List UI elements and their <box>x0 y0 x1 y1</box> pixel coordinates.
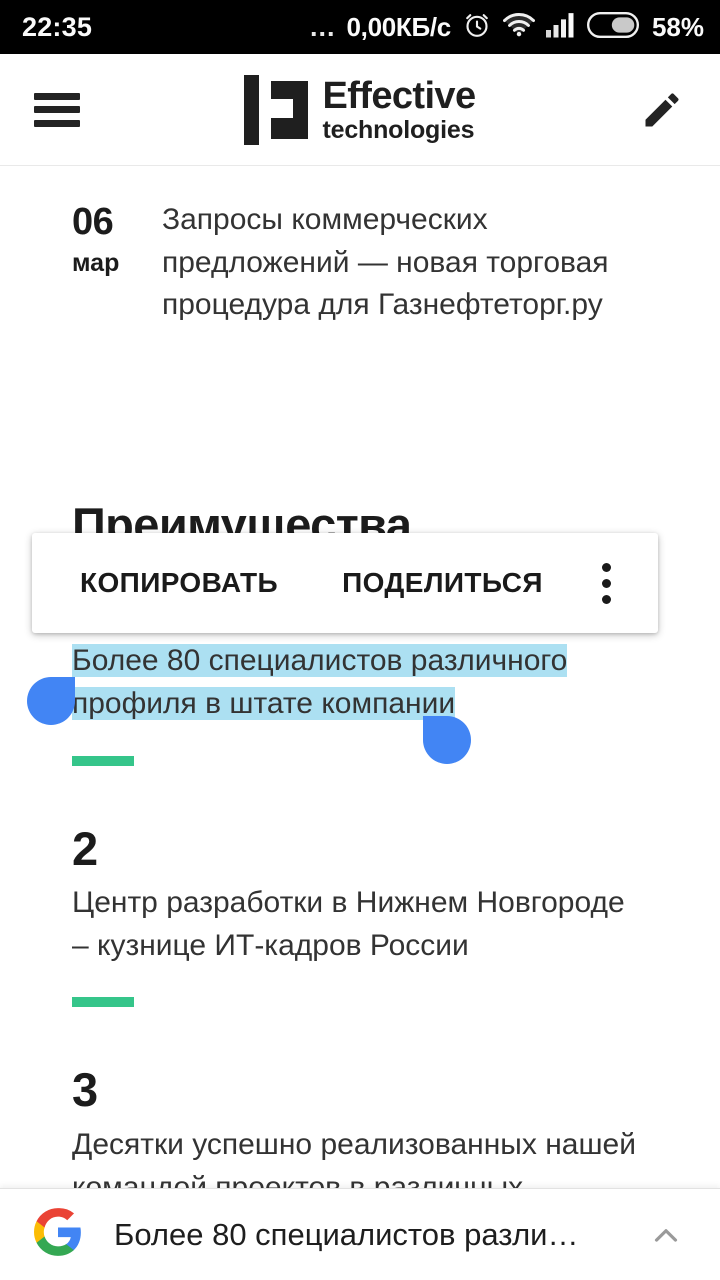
advantage-number: 2 <box>72 821 98 875</box>
news-day: 06 <box>72 201 114 243</box>
text-selection-context-menu: КОПИРОВАТЬ ПОДЕЛИТЬСЯ <box>32 533 658 633</box>
effective-logo-mark-icon <box>244 74 309 145</box>
selection-handle-left-icon[interactable] <box>27 677 75 725</box>
copy-button[interactable]: КОПИРОВАТЬ <box>80 567 278 599</box>
network-speed-label: 0,00КБ/с <box>346 11 452 42</box>
advantage-text[interactable]: Более 80 специалистов различного профиля… <box>72 639 648 725</box>
status-bar-icons: ... 0,00КБ/с 58% <box>310 10 704 45</box>
alarm-clock-icon <box>462 10 492 45</box>
selection-handle-right-icon[interactable] <box>423 716 471 764</box>
logo-bar-shape <box>244 74 260 145</box>
overflow-dot <box>601 594 611 604</box>
selected-text[interactable]: Более 80 специалистов различного профиля… <box>72 644 568 721</box>
wifi-icon <box>502 11 535 44</box>
phone-screen: 22:35 ... 0,00КБ/с 58% Effective technol… <box>0 0 720 1280</box>
site-header: Effective technologies <box>0 54 720 166</box>
news-title[interactable]: Запросы коммерческих предложений — новая… <box>162 199 648 327</box>
logo-square-shape <box>271 80 309 139</box>
share-button[interactable]: ПОДЕЛИТЬСЯ <box>342 567 543 599</box>
cellular-signal-icon <box>545 12 576 43</box>
hamburger-menu-icon[interactable] <box>34 92 80 127</box>
logo-line-1: Effective <box>322 74 476 117</box>
logo-line-2: technologies <box>322 115 475 144</box>
page-content: 06 мар Запросы коммерческих предложений … <box>0 167 720 1280</box>
status-bar-clock: 22:35 <box>22 11 93 42</box>
news-month: мар <box>72 248 120 277</box>
overflow-dot <box>601 578 611 588</box>
hamburger-bar <box>34 92 80 100</box>
news-item[interactable]: 06 мар Запросы коммерческих предложений … <box>72 167 648 327</box>
advantage-item-2: 2 Центр разработки в Нижнем Новгороде – … <box>72 821 648 1008</box>
status-bar-overflow-icon: ... <box>309 11 336 42</box>
battery-icon <box>586 11 639 44</box>
google-search-bar[interactable]: Более 80 специалистов разли… <box>0 1188 720 1280</box>
overflow-menu-icon[interactable] <box>582 559 630 607</box>
chevron-up-icon[interactable] <box>638 1207 694 1263</box>
battery-percent-label: 58% <box>651 11 704 42</box>
site-logo: Effective technologies <box>0 54 720 165</box>
news-date: 06 мар <box>72 199 136 327</box>
search-query-text[interactable]: Более 80 специалистов разли… <box>114 1217 638 1253</box>
google-g-logo-icon <box>32 1206 84 1263</box>
status-bar: 22:35 ... 0,00КБ/с 58% <box>0 0 720 54</box>
pencil-icon[interactable] <box>638 86 686 134</box>
overflow-dot <box>601 562 611 572</box>
advantage-text[interactable]: Центр разработки в Нижнем Новгороде – ку… <box>72 881 648 967</box>
logo-notch-shape <box>271 98 294 118</box>
advantage-number: 3 <box>72 1063 98 1117</box>
hamburger-bar <box>34 119 80 127</box>
advantage-accent-rule <box>72 997 134 1008</box>
advantage-accent-rule <box>72 755 134 766</box>
logo-wordmark: Effective technologies <box>322 74 476 144</box>
hamburger-bar <box>34 106 80 113</box>
